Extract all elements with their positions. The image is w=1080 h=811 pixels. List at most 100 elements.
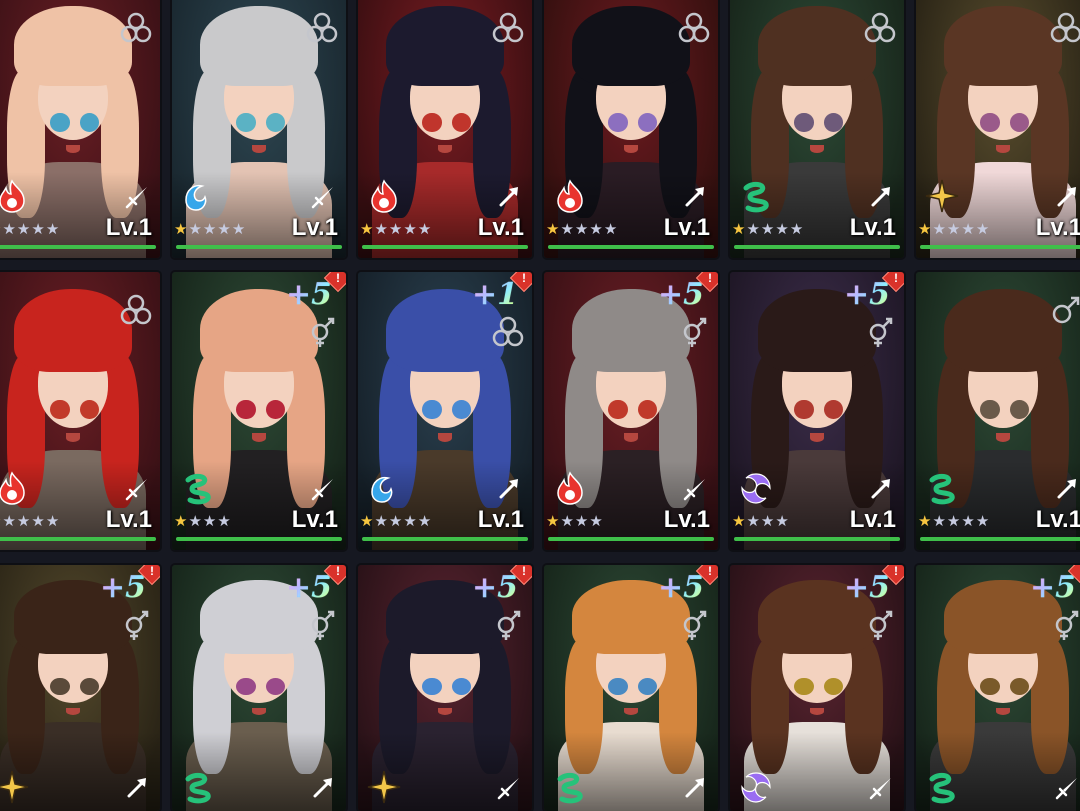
portrait-mouth [810,145,824,154]
character-card[interactable]: +1! ★ ★ ★ ★ ★ Lv.1 [358,272,532,550]
sword-weapon-icon [682,476,708,502]
portrait-eye [794,113,814,133]
exp-bar-fill [920,245,1080,249]
star-filled-icon: ★ [546,220,560,238]
level-label: Lv.1 [663,506,710,533]
female-icon [304,10,340,46]
star-filled-icon: ★ [174,512,188,530]
axe-weapon-icon [868,476,894,502]
exp-bar-fill [362,245,528,249]
character-card[interactable]: ★★★★★ Lv.1 [172,0,346,258]
wind-element-icon [924,769,960,805]
level-label: Lv.1 [477,214,524,241]
male-female-icon [676,607,712,643]
character-card[interactable]: +5! [0,565,160,811]
star-filled-icon: ★ [360,512,374,530]
star-rating: ★ ★ ★ ★ [546,514,603,529]
star-filled-icon: ★ [360,220,374,238]
portrait-mouth [996,707,1010,716]
character-card[interactable]: ★★★★★Lv.1 [0,0,160,258]
fire-element-icon [552,178,588,214]
character-card[interactable]: +5! [916,565,1080,811]
level-label: Lv.1 [105,506,152,533]
promotion-badge: +5 [1029,570,1076,605]
portrait-mouth [624,707,638,716]
character-card[interactable]: ★★★★★Lv.1 [358,0,532,258]
wind-element-icon [552,769,588,805]
character-card[interactable]: +5! ★ ★ ★ ★ Lv.1 [730,272,904,550]
water-element-icon [366,470,402,506]
male-female-icon [862,607,898,643]
star-empty-icon: ★ [217,512,231,530]
axe-weapon-icon [496,476,522,502]
male-female-icon [862,314,898,350]
portrait-hair [943,288,1063,373]
sword-weapon-icon [310,476,336,502]
portrait-mouth [66,145,80,154]
wind-element-icon [738,178,774,214]
star-rating: ★★★★★ [174,222,245,237]
star-empty-icon: ★ [975,512,990,530]
character-card[interactable]: +5! ★ ★ ★ ★ Lv.1 [172,272,346,550]
character-card[interactable]: +5! [358,565,532,811]
portrait-mouth [438,145,452,154]
portrait-eye [980,678,1000,696]
portrait-eye [608,399,628,420]
star-rating: ★★★★★ [0,514,59,529]
character-card[interactable]: ★★★★★ Lv.1 [0,272,160,550]
portrait-hair [571,6,691,87]
star-rating: ★★★★★ [918,514,989,529]
axe-weapon-icon [682,184,708,210]
portrait-eye [265,113,286,133]
wind-element-icon [924,470,960,506]
star-empty-icon: ★ [746,220,760,238]
portrait-eye [608,678,628,696]
portrait-eye [794,678,814,696]
star-empty-icon: ★ [31,220,45,238]
star-empty-icon: ★ [946,220,961,238]
portrait-mouth [810,707,824,716]
fire-element-icon [0,470,30,506]
character-card[interactable]: +5! ★ ★ ★ ★ Lv.1 [544,272,718,550]
character-card[interactable]: ★★★★★Lv.1 [916,272,1080,550]
character-card[interactable]: ★★★★★Lv.1 [730,0,904,258]
exp-bar-fill [734,245,900,249]
star-empty-icon: ★ [932,512,946,530]
star-empty-icon: ★ [417,220,432,238]
character-card[interactable]: +5! [730,565,904,811]
portrait-mouth [810,433,824,442]
dark-element-icon [738,470,774,506]
male-female-icon [304,607,340,643]
star-empty-icon: ★ [45,512,60,530]
star-empty-icon: ★ [560,512,574,530]
star-empty-icon: ★ [961,512,975,530]
portrait-hair [13,288,133,373]
star-empty-icon: ★ [560,220,574,238]
exp-bar [0,537,156,541]
portrait-eye [980,399,1000,420]
star-rating: ★★★★★ [360,514,431,529]
exp-bar [734,245,900,249]
exp-bar-fill [548,537,714,541]
character-card[interactable]: ★★★★★Lv.1 [544,0,718,258]
exp-bar-fill [176,245,342,249]
portrait-eye [236,678,256,696]
level-label: Lv.1 [291,506,338,533]
portrait-hair [199,6,319,87]
character-card[interactable]: ★★★★★Lv.1 [916,0,1080,258]
character-card[interactable]: +5! [544,565,718,811]
exp-bar [734,537,900,541]
male-icon [1048,292,1080,328]
axe-weapon-icon [1054,476,1080,502]
promotion-badge: +5 [657,277,704,312]
star-empty-icon: ★ [403,220,417,238]
level-label: Lv.1 [291,214,338,241]
female-icon [118,10,154,46]
star-rating: ★ ★ ★ ★ [174,514,231,529]
male-female-icon [676,314,712,350]
star-filled-icon: ★ [0,222,1,237]
exp-bar-fill [920,537,1080,541]
character-card[interactable]: +5! [172,565,346,811]
portrait-mouth [66,707,80,716]
star-empty-icon: ★ [603,220,618,238]
